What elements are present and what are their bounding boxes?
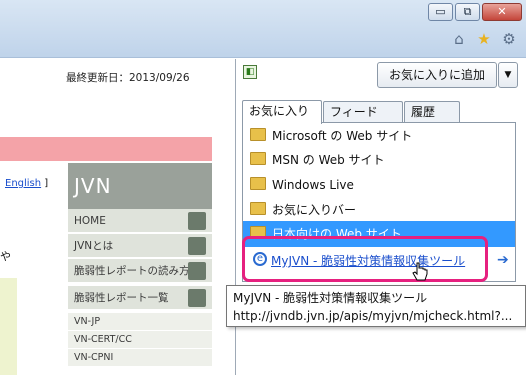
pin-pane-icon[interactable]: ◧ — [243, 65, 257, 79]
jvn-section-title: JVN — [68, 163, 212, 209]
nav-thumb-icon — [188, 237, 206, 255]
tooltip-url: http://jvndb.jvn.jp/apis/myjvn/mjcheck.h… — [233, 309, 513, 323]
lang-bracket: ] — [44, 178, 49, 189]
nav-item-report-list[interactable]: 脆弱性レポート一覧 — [68, 286, 212, 310]
subnav-item-vn-jp[interactable]: VN-JP — [68, 313, 212, 331]
tab-favorites[interactable]: お気に入り — [242, 100, 322, 124]
nav-thumb-icon — [188, 212, 206, 230]
last-updated-date: 最終更新日：2013/09/26 — [66, 72, 190, 84]
folder-icon — [250, 202, 266, 215]
nav-item-about[interactable]: JVNとは — [68, 234, 212, 258]
folder-label: MSN の Web サイト — [272, 153, 385, 167]
add-to-favorites-button[interactable]: お気に入りに追加 — [377, 62, 497, 88]
english-link[interactable]: English — [5, 178, 41, 189]
nav-label: 脆弱性レポート一覧 — [74, 292, 169, 304]
side-text: や — [0, 250, 11, 263]
side-panel — [0, 278, 17, 375]
hand-cursor-icon — [412, 262, 428, 281]
nav-label: HOME — [74, 215, 106, 227]
subnav-item-vn-certcc[interactable]: VN-CERT/CC — [68, 331, 212, 349]
favorite-folder[interactable]: Microsoft の Web サイト — [250, 124, 515, 148]
tab-feeds[interactable]: フィード — [323, 101, 403, 123]
restore-icon: ⧉ — [463, 5, 472, 18]
favorite-folder[interactable]: Windows Live — [250, 173, 515, 197]
add-favorites-dropdown[interactable]: ▼ — [498, 62, 518, 88]
chevron-down-icon: ▼ — [504, 70, 512, 80]
open-in-tab-arrow-icon[interactable]: ➔ — [497, 252, 509, 268]
minimize-icon: ▭ — [435, 5, 446, 18]
minimize-button[interactable]: ▭ — [428, 3, 453, 21]
favorite-folder[interactable]: MSN の Web サイト — [250, 148, 515, 172]
close-button[interactable]: ✕ — [482, 3, 522, 21]
folder-label: Microsoft の Web サイト — [272, 129, 413, 143]
maximize-button[interactable]: ⧉ — [455, 3, 480, 21]
nav-label: JVNとは — [74, 240, 114, 252]
nav-label: 脆弱性レポートの読み方 — [74, 265, 190, 277]
nav-item-howto[interactable]: 脆弱性レポートの読み方 — [68, 259, 212, 283]
folder-label: お気に入りバー — [272, 203, 357, 217]
tools-gear-icon[interactable]: ⚙ — [500, 30, 518, 48]
folder-icon — [250, 152, 266, 165]
tooltip-title: MyJVN - 脆弱性対策情報収集ツール — [233, 291, 428, 305]
highlight-frame — [242, 236, 488, 282]
favorite-folder[interactable]: お気に入りバー — [250, 198, 515, 222]
nav-item-home[interactable]: HOME — [68, 209, 212, 233]
nav-thumb-icon — [188, 289, 206, 307]
language-switch: English ] — [5, 178, 48, 189]
tab-history[interactable]: 履歴 — [404, 101, 460, 123]
folder-icon — [250, 177, 266, 190]
link-tooltip: MyJVN - 脆弱性対策情報収集ツール http://jvndb.jvn.jp… — [226, 285, 526, 327]
home-icon[interactable]: ⌂ — [450, 30, 468, 48]
subnav-item-vn-cpni[interactable]: VN-CPNI — [68, 349, 212, 367]
folder-label: Windows Live — [272, 178, 354, 192]
close-icon: ✕ — [497, 5, 507, 18]
favorites-star-icon[interactable]: ★ — [475, 30, 493, 48]
folder-icon — [250, 128, 266, 141]
pink-banner — [0, 137, 212, 161]
nav-thumb-icon — [188, 262, 206, 280]
